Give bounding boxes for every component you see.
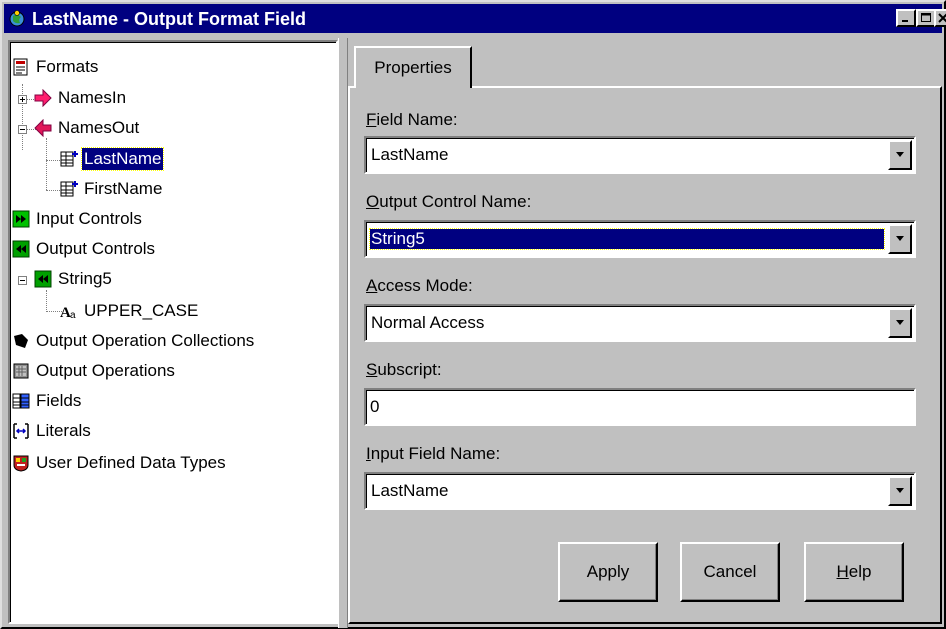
udt-icon bbox=[13, 455, 29, 472]
field-icon bbox=[60, 181, 78, 197]
tree-item-lastname[interactable]: LastName bbox=[60, 144, 165, 174]
field-name-value: LastName bbox=[371, 145, 449, 164]
field-name-combo[interactable]: LastName bbox=[364, 136, 916, 174]
tree-item-label: NamesOut bbox=[58, 118, 140, 137]
access-mode-value: Normal Access bbox=[371, 313, 485, 332]
tree-item-output-operations[interactable]: Output Operations bbox=[12, 356, 177, 386]
tree-item-user-defined-data-types[interactable]: User Defined Data Types bbox=[12, 448, 228, 478]
pane-splitter[interactable] bbox=[338, 38, 348, 628]
input-controls-icon bbox=[12, 210, 30, 228]
arrow-out-icon bbox=[34, 119, 52, 137]
output-control-name-dropdown-button[interactable] bbox=[888, 224, 912, 254]
tree-item-label: Output Operation Collections bbox=[36, 331, 255, 350]
tree-item-output-operation-collections[interactable]: Output Operation Collections bbox=[12, 326, 256, 356]
tree-item-label: NamesIn bbox=[58, 88, 127, 107]
tree-item-namesout[interactable]: NamesOut bbox=[34, 113, 141, 143]
input-field-name-combo[interactable]: LastName bbox=[364, 472, 916, 510]
chevron-down-icon bbox=[896, 320, 904, 325]
field-icon bbox=[60, 151, 78, 167]
tree-item-string5[interactable]: String5 bbox=[34, 264, 114, 294]
maximize-icon bbox=[921, 13, 931, 22]
svg-text:a: a bbox=[70, 310, 76, 320]
app-icon bbox=[9, 10, 25, 27]
cancel-button-label: Cancel bbox=[703, 562, 757, 581]
tree-item-label: UPPER_CASE bbox=[84, 301, 199, 320]
window-title: LastName - Output Format Field bbox=[32, 9, 307, 29]
tree-item-upper-case[interactable]: A a UPPER_CASE bbox=[60, 296, 200, 326]
fields-icon bbox=[12, 393, 30, 409]
tree-item-label: LastName bbox=[80, 147, 165, 171]
minimize-icon bbox=[902, 20, 908, 22]
close-button[interactable] bbox=[934, 9, 946, 27]
input-field-name-value: LastName bbox=[371, 481, 449, 500]
access-mode-dropdown-button[interactable] bbox=[888, 308, 912, 338]
maximize-button[interactable] bbox=[916, 9, 936, 27]
arrow-in-icon bbox=[34, 89, 52, 107]
tree-item-label: Output Controls bbox=[36, 239, 156, 258]
output-format-field-window: LastName - Output Format Field Formats N… bbox=[0, 0, 946, 629]
expand-toggle-namesin[interactable] bbox=[18, 95, 27, 104]
output-control-name-label: Output Control Name: bbox=[366, 192, 532, 211]
output-control-icon bbox=[34, 270, 52, 288]
close-icon bbox=[938, 13, 946, 23]
tree-item-namesin[interactable]: NamesIn bbox=[34, 83, 128, 113]
input-field-name-dropdown-button[interactable] bbox=[888, 476, 912, 506]
literals-icon bbox=[13, 423, 29, 439]
tree-item-input-controls[interactable]: Input Controls bbox=[12, 204, 144, 234]
tree-item-label: Input Controls bbox=[36, 209, 142, 228]
tree-item-fields[interactable]: Fields bbox=[12, 386, 83, 416]
field-name-dropdown-button[interactable] bbox=[888, 140, 912, 170]
tab-label: Properties bbox=[374, 58, 452, 77]
tree-line bbox=[22, 84, 23, 150]
subscript-value: 0 bbox=[370, 397, 380, 416]
access-mode-combo[interactable]: Normal Access bbox=[364, 304, 916, 342]
apply-button-label: Apply bbox=[586, 562, 630, 581]
cancel-button[interactable]: Cancel bbox=[680, 542, 780, 602]
formats-icon bbox=[13, 58, 28, 76]
tree-item-label: Fields bbox=[36, 391, 82, 410]
subscript-label: Subscript: bbox=[366, 360, 442, 379]
tree-item-label: String5 bbox=[58, 269, 112, 288]
collapse-toggle-string5[interactable] bbox=[18, 276, 27, 285]
tree-item-label: Literals bbox=[36, 421, 91, 440]
output-controls-icon bbox=[12, 240, 30, 258]
help-button-label: Help bbox=[836, 562, 872, 581]
subscript-input[interactable]: 0 bbox=[364, 388, 916, 426]
collection-icon bbox=[14, 334, 28, 348]
object-tree[interactable]: Formats NamesIn NamesOut LastName FirstN… bbox=[8, 40, 338, 624]
access-mode-label: Access Mode: bbox=[366, 276, 473, 295]
chevron-down-icon bbox=[896, 236, 904, 241]
tree-item-label: FirstName bbox=[84, 179, 163, 198]
chevron-down-icon bbox=[896, 152, 904, 157]
output-control-name-combo[interactable]: String5 bbox=[364, 220, 916, 258]
tree-item-label: Formats bbox=[36, 57, 99, 76]
tree-item-output-controls[interactable]: Output Controls bbox=[12, 234, 157, 264]
tree-item-formats[interactable]: Formats bbox=[12, 52, 100, 82]
tree-item-literals[interactable]: Literals bbox=[12, 416, 93, 446]
chevron-down-icon bbox=[896, 488, 904, 493]
collapse-toggle-namesout[interactable] bbox=[18, 125, 27, 134]
tree-line bbox=[46, 138, 47, 190]
tree-item-firstname[interactable]: FirstName bbox=[60, 174, 164, 204]
help-button[interactable]: Help bbox=[804, 542, 904, 602]
tree-item-label: Output Operations bbox=[36, 361, 175, 380]
field-name-label: Field Name: bbox=[366, 110, 458, 129]
input-field-name-label: Input Field Name: bbox=[366, 444, 501, 463]
operations-icon bbox=[13, 363, 29, 379]
minimize-button[interactable] bbox=[896, 9, 916, 27]
title-bar[interactable]: LastName - Output Format Field bbox=[4, 4, 946, 33]
apply-button[interactable]: Apply bbox=[558, 542, 658, 602]
output-control-name-value: String5 bbox=[369, 228, 885, 250]
operation-text-icon: A a bbox=[60, 305, 76, 320]
tree-item-label: User Defined Data Types bbox=[36, 453, 226, 472]
tab-properties[interactable]: Properties bbox=[354, 46, 472, 88]
